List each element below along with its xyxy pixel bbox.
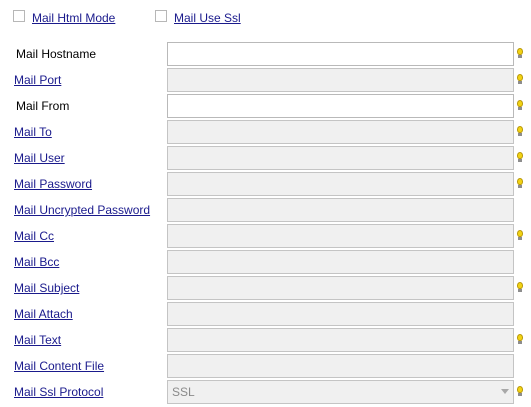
mail-ssl-protocol-select: SSL — [167, 380, 514, 404]
lightbulb-icon[interactable] — [517, 126, 523, 138]
mail-hostname-label: Mail Hostname — [16, 47, 97, 61]
lightbulb-icon[interactable] — [517, 334, 523, 346]
mail-use-ssl-checkbox[interactable] — [155, 10, 167, 22]
mail-bcc-label[interactable]: Mail Bcc — [14, 255, 59, 269]
mail-text-input — [167, 328, 514, 352]
mail-content-file-label[interactable]: Mail Content File — [14, 359, 104, 373]
checkbox-row: Mail Html Mode Mail Use Ssl — [0, 9, 531, 27]
field-row-mail-content-file: Mail Content File — [0, 354, 531, 378]
mail-content-file-input — [167, 354, 514, 378]
mail-attach-label[interactable]: Mail Attach — [14, 307, 73, 321]
mail-password-label[interactable]: Mail Password — [14, 177, 92, 191]
mail-ssl-protocol-selected-value: SSL — [172, 385, 195, 399]
lightbulb-icon[interactable] — [517, 386, 523, 398]
mail-attach-input — [167, 302, 514, 326]
field-row-mail-attach: Mail Attach — [0, 302, 531, 326]
mail-from-input[interactable] — [167, 94, 514, 118]
mail-subject-input — [167, 276, 514, 300]
mail-ssl-protocol-label[interactable]: Mail Ssl Protocol — [14, 385, 103, 399]
lightbulb-icon[interactable] — [517, 282, 523, 294]
mail-to-input — [167, 120, 514, 144]
mail-bcc-input — [167, 250, 514, 274]
mail-to-label[interactable]: Mail To — [14, 125, 52, 139]
lightbulb-icon[interactable] — [517, 100, 523, 112]
field-row-mail-from: Mail From — [0, 94, 531, 118]
field-row-mail-bcc: Mail Bcc — [0, 250, 531, 274]
field-row-mail-subject: Mail Subject — [0, 276, 531, 300]
mail-cc-input — [167, 224, 514, 248]
mail-user-label[interactable]: Mail User — [14, 151, 65, 165]
field-row-mail-uncrypted-password: Mail Uncrypted Password — [0, 198, 531, 222]
mail-cc-label[interactable]: Mail Cc — [14, 229, 54, 243]
mail-from-label: Mail From — [16, 99, 70, 113]
lightbulb-icon[interactable] — [517, 230, 523, 242]
mail-password-input — [167, 172, 514, 196]
mail-html-mode-label[interactable]: Mail Html Mode — [32, 11, 115, 25]
lightbulb-icon[interactable] — [517, 74, 523, 86]
field-row-mail-password: Mail Password — [0, 172, 531, 196]
lightbulb-icon[interactable] — [517, 178, 523, 190]
mail-html-mode-checkbox[interactable] — [13, 10, 25, 22]
mail-port-input — [167, 68, 514, 92]
field-row-mail-port: Mail Port — [0, 68, 531, 92]
mail-uncrypted-password-input — [167, 198, 514, 222]
mail-port-label[interactable]: Mail Port — [14, 73, 61, 87]
field-row-mail-ssl-protocol: Mail Ssl Protocol SSL — [0, 380, 531, 404]
field-row-mail-hostname: Mail Hostname — [0, 42, 531, 66]
mail-hostname-input[interactable] — [167, 42, 514, 66]
field-row-mail-user: Mail User — [0, 146, 531, 170]
field-row-mail-to: Mail To — [0, 120, 531, 144]
mail-text-label[interactable]: Mail Text — [14, 333, 61, 347]
field-row-mail-cc: Mail Cc — [0, 224, 531, 248]
lightbulb-icon[interactable] — [517, 48, 523, 60]
mail-use-ssl-label[interactable]: Mail Use Ssl — [174, 11, 241, 25]
mail-subject-label[interactable]: Mail Subject — [14, 281, 79, 295]
chevron-down-icon — [501, 389, 509, 394]
field-row-mail-text: Mail Text — [0, 328, 531, 352]
lightbulb-icon[interactable] — [517, 152, 523, 164]
mail-uncrypted-password-label[interactable]: Mail Uncrypted Password — [14, 203, 150, 217]
mail-user-input — [167, 146, 514, 170]
